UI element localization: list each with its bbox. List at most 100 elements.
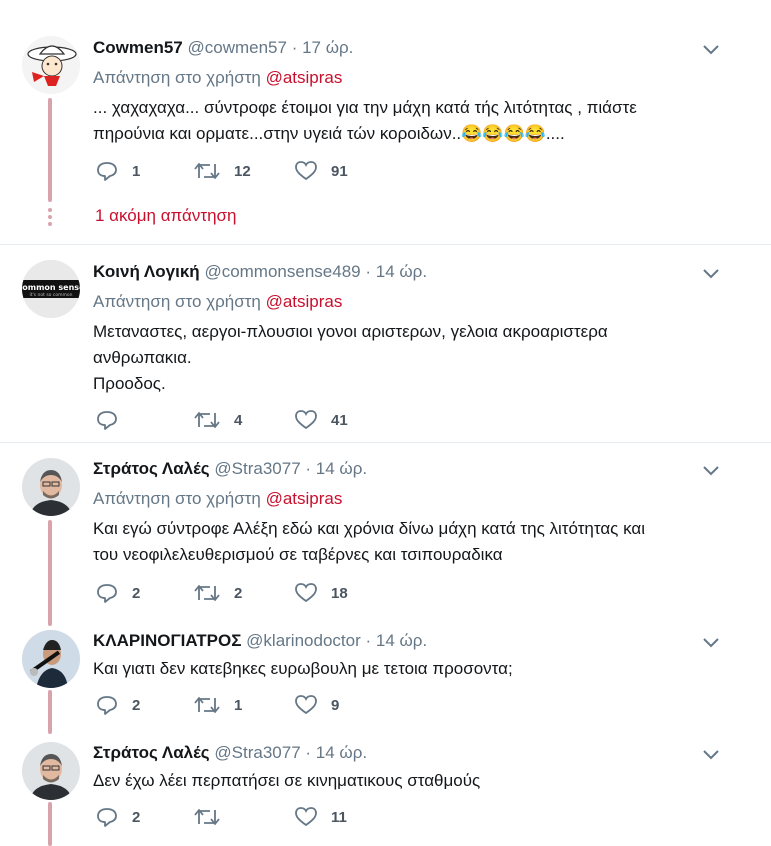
tweet-header: Κοινή Λογική @commonsense489 · 14 ώρ. [93,262,427,282]
heart-icon [295,583,317,603]
clarinet-player-avatar-icon [22,630,80,688]
chevron-down-icon[interactable] [702,749,720,761]
reply-count: 2 [132,696,141,714]
like-button[interactable]: 11 [295,806,347,828]
timestamp[interactable]: 14 ώρ. [376,631,427,650]
like-count: 11 [331,808,347,826]
tweet-text-line: του νεοφιλελευθερισμού σε ταβέρνες και τ… [93,545,503,564]
reply-count: 2 [132,808,141,826]
like-count: 41 [331,411,348,429]
thread-line [48,690,52,734]
chevron-down-icon[interactable] [702,268,720,280]
tweet-actions: 2 2 18 [96,582,516,604]
tweet-header: Στράτος Λαλές @Stra3077 · 14 ώρ. [93,743,367,763]
handle[interactable]: @Stra3077 [214,459,300,478]
timestamp[interactable]: 14 ώρ. [316,459,367,478]
retweet-icon [194,697,220,713]
reply-button[interactable]: 2 [96,582,140,604]
reply-count: 1 [132,162,141,180]
tweet-text-line: Προοδος. [93,374,166,393]
avatar[interactable] [22,742,80,800]
heart-icon [295,695,317,715]
reply-button[interactable]: 2 [96,806,140,828]
reply-icon [97,411,117,430]
reply-count: 2 [132,584,141,602]
reply-to-link[interactable]: @atsipras [266,68,343,87]
tweet-header: Στράτος Λαλές @Stra3077 · 14 ώρ. [93,459,367,479]
handle[interactable]: @Stra3077 [214,743,300,762]
thread-line [48,98,52,202]
separator: · [365,262,372,281]
retweet-button[interactable]: 2 [194,582,242,604]
reply-icon [97,584,117,603]
reply-to-link[interactable]: @atsipras [266,292,343,311]
divider [0,244,771,245]
retweet-icon [194,412,220,428]
tweet-text-line: ανθρωπακια. [93,348,192,367]
chevron-down-icon[interactable] [702,465,720,477]
handle[interactable]: @klarinodoctor [246,631,361,650]
avatar[interactable] [22,458,80,516]
handle[interactable]: @commonsense489 [204,262,360,281]
tweet-actions: 1 12 91 [96,160,516,182]
tweet-header: Cowmen57 @cowmen57 · 17 ώρ. [93,38,353,58]
timestamp[interactable]: 14 ώρ. [376,262,427,281]
display-name[interactable]: Στράτος Λαλές [93,459,210,478]
separator: · [305,743,312,762]
reply-icon [97,696,117,715]
like-button[interactable]: 9 [295,694,339,716]
reply-icon [97,808,117,827]
avatar[interactable] [22,36,80,94]
retweet-icon [194,809,220,825]
retweet-button[interactable]: 4 [194,409,242,431]
cowboy-avatar-icon [22,36,80,94]
thread-line [48,802,52,846]
like-button[interactable]: 91 [295,160,348,182]
handle[interactable]: @cowmen57 [187,38,286,57]
heart-icon [295,807,317,827]
display-name[interactable]: Κοινή Λογική [93,262,200,281]
retweet-button[interactable]: 12 [194,160,251,182]
like-button[interactable]: 18 [295,582,348,604]
tweet-text-line: Και εγώ σύντροφε Αλέξη εδώ και χρόνια δί… [93,519,645,538]
like-button[interactable]: 41 [295,409,348,431]
display-name[interactable]: Cowmen57 [93,38,183,57]
reply-prefix: Απάντηση στο χρήστη [93,489,261,508]
reply-context: Απάντηση στο χρήστη @atsipras [93,489,342,509]
like-count: 18 [331,584,348,602]
tweet-text-line: Δεν έχω λέει περπατήσει σε κινηματικους … [93,771,481,790]
reply-button[interactable] [96,409,132,431]
timestamp[interactable]: 14 ώρ. [316,743,367,762]
retweet-count: 1 [234,696,243,714]
avatar[interactable]: common sense it's not so common [22,260,80,318]
common-sense-logo-icon: common sense it's not so common [22,260,80,318]
tweet-text: Μεταναστες, αεργοι-πλουσιοι γονοι αριστε… [93,319,733,397]
chevron-down-icon[interactable] [702,44,720,56]
retweet-button[interactable]: 1 [194,694,242,716]
display-name[interactable]: ΚΛΑΡΙΝΟΓΙΑΤΡΟΣ [93,631,241,650]
heart-icon [295,161,317,181]
person-avatar-icon [22,742,80,800]
timestamp[interactable]: 17 ώρ. [302,38,353,57]
avatar[interactable] [22,630,80,688]
retweet-icon [194,585,220,601]
tweet-actions: 2 11 [96,806,516,828]
retweet-count: 2 [234,584,243,602]
heart-icon [295,410,317,430]
retweet-icon [194,163,220,179]
tweet-text-line: Μεταναστες, αεργοι-πλουσιοι γονοι αριστε… [93,322,608,341]
reply-to-link[interactable]: @atsipras [266,489,343,508]
reply-context: Απάντηση στο χρήστη @atsipras [93,292,342,312]
chevron-down-icon[interactable] [702,637,720,649]
reply-button[interactable]: 1 [96,160,140,182]
reply-button[interactable]: 2 [96,694,140,716]
reply-prefix: Απάντηση στο χρήστη [93,292,261,311]
display-name[interactable]: Στράτος Λαλές [93,743,210,762]
tweet-text: Δεν έχω λέει περπατήσει σε κινηματικους … [93,768,733,794]
svg-text:it's not so common: it's not so common [30,292,73,298]
tweet-text-line: ... χαχαχαχα... σύντροφε έτοιμοι για την… [93,98,637,117]
retweet-button[interactable] [194,806,234,828]
svg-text:common sense: common sense [22,283,80,292]
more-replies-link[interactable]: 1 ακόμη απάντηση [95,206,237,226]
like-count: 91 [331,162,348,180]
